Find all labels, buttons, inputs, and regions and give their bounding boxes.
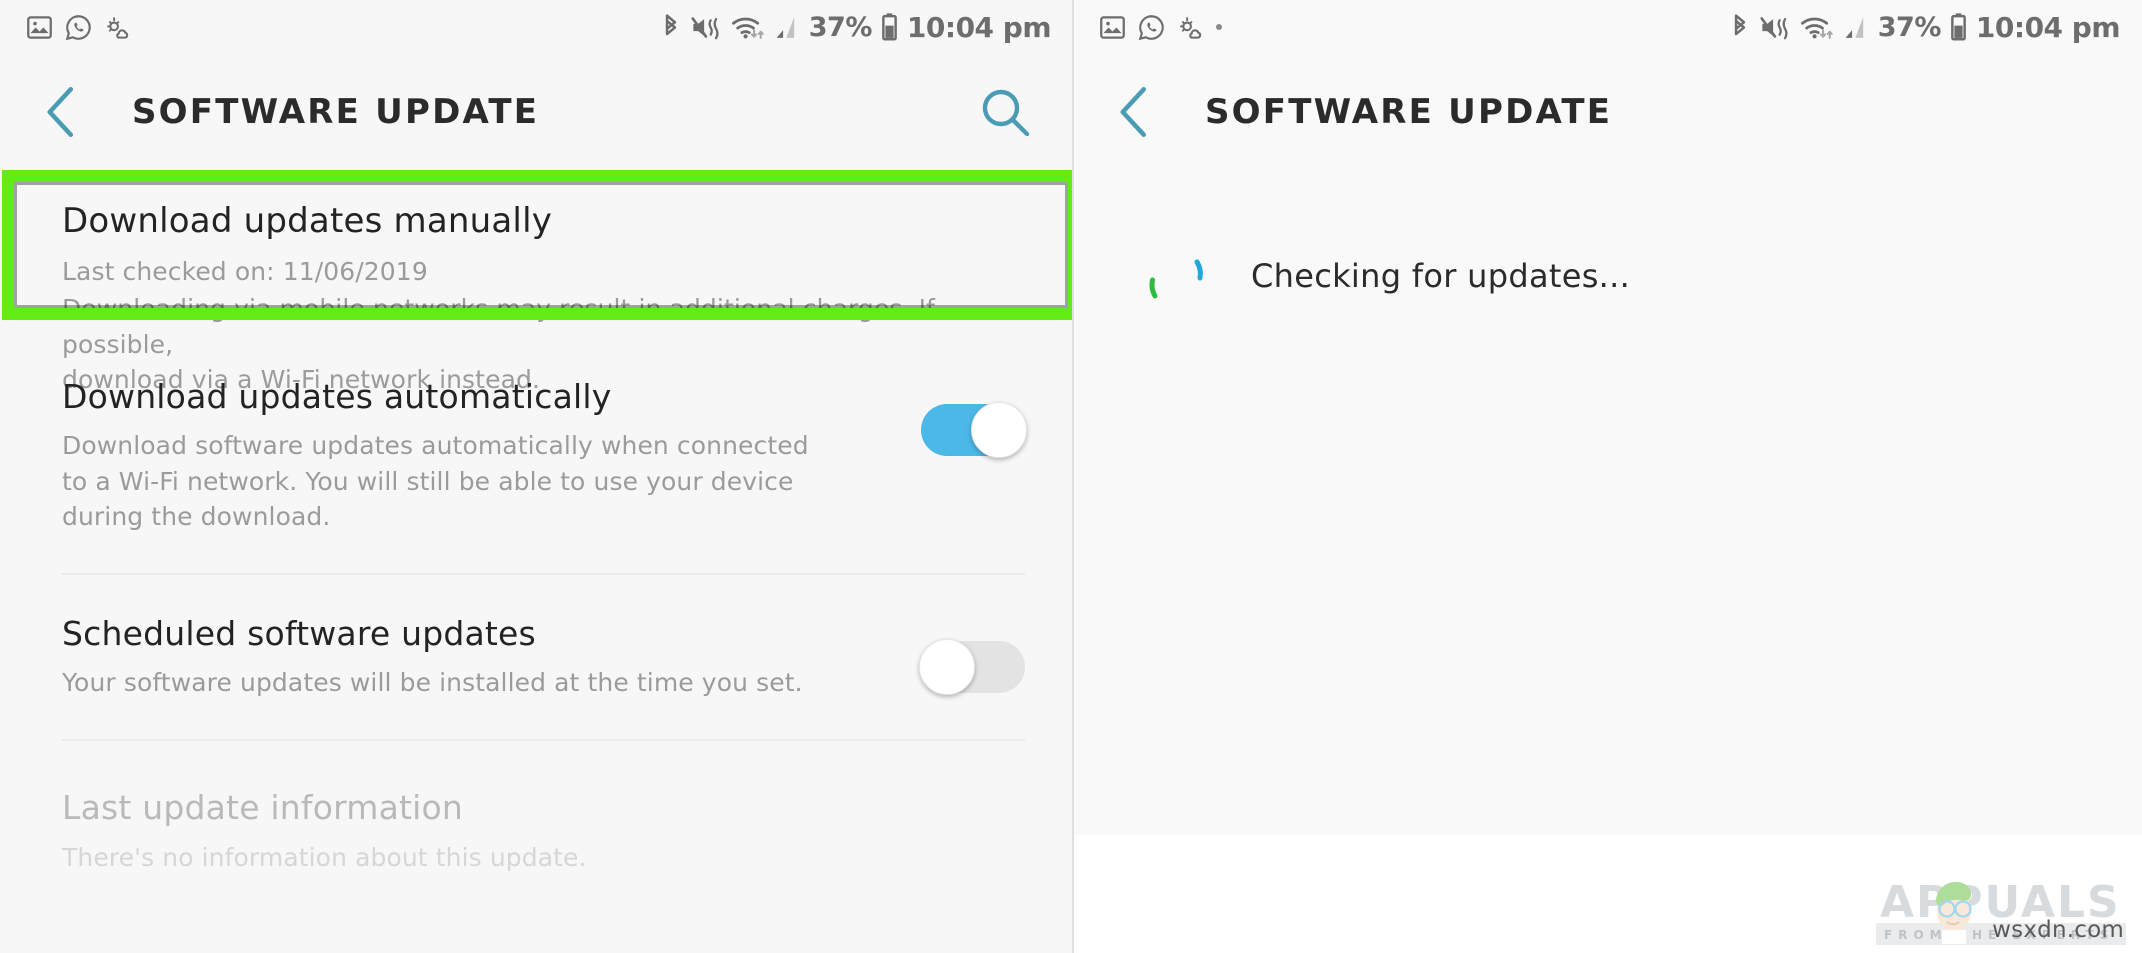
setting-title: Download updates manually (62, 201, 553, 241)
search-icon[interactable] (977, 84, 1033, 140)
last-checked-text: Last checked on: 11/06/2019 (62, 256, 428, 286)
left-phone-screen: 37% 10:04 pm SOFTWARE UPDATE Download up… (0, 0, 1073, 953)
toggle-knob (971, 402, 1027, 458)
loading-spinner-icon (1149, 259, 1203, 299)
page-title: SOFTWARE UPDATE (1205, 92, 1613, 132)
section-last-update-information[interactable]: Last update information There's no infor… (62, 738, 1025, 876)
dot-icon (1216, 24, 1222, 30)
battery-icon (882, 13, 897, 41)
section-description: There's no information about this update… (62, 842, 587, 872)
checking-for-updates-text: Checking for updates... (1251, 257, 1631, 295)
setting-text-block: Download updates automatically Download … (62, 376, 921, 535)
toggle-scheduled-updates[interactable] (919, 638, 1025, 695)
setting-row-download-automatically[interactable]: Download updates automatically Download … (62, 338, 1027, 573)
left-app-bar: SOFTWARE UPDATE (0, 54, 1073, 170)
page-title: SOFTWARE UPDATE (132, 92, 540, 132)
section-title: Last update information (62, 787, 464, 827)
dual-screenshot-composite: 37% 10:04 pm SOFTWARE UPDATE Download up… (0, 0, 2142, 953)
status-system-icons: 37% 10:04 pm (660, 10, 1052, 44)
clock: 10:04 pm (1975, 10, 2121, 44)
app-bar-actions (977, 84, 1033, 140)
setting-title: Download updates automatically (62, 377, 612, 416)
weather-icon (1180, 16, 1202, 39)
back-chevron-icon[interactable] (1113, 84, 1157, 140)
panel-divider (1072, 0, 1074, 953)
setting-text-block: Scheduled software updates Your software… (62, 613, 921, 701)
toggle-knob (919, 638, 975, 695)
clock: 10:04 pm (906, 10, 1052, 44)
whatsapp-icon (65, 14, 91, 40)
setting-description: Your software updates will be installed … (62, 668, 803, 697)
whatsapp-icon (1138, 14, 1164, 40)
setting-row-scheduled-updates[interactable]: Scheduled software updates Your software… (62, 572, 1025, 739)
status-system-icons: 37% 10:04 pm (1729, 10, 2121, 44)
gallery-icon (1100, 15, 1125, 39)
vibrate-mute-icon (1760, 16, 1788, 39)
bluetooth-icon (665, 13, 676, 35)
weather-icon (107, 16, 129, 39)
setting-title: Scheduled software updates (62, 613, 536, 653)
signal-icon (1845, 16, 1863, 38)
gallery-icon (27, 15, 52, 39)
status-notification-icons (26, 14, 131, 41)
right-status-bar: 37% 10:04 pm (1073, 0, 2142, 54)
signal-icon (776, 16, 794, 38)
right-phone-screen: 37% 10:04 pm SOFTWARE UPDATE Checking fo… (1073, 0, 2142, 953)
battery-percent: 37% (1877, 11, 1942, 43)
watermark-url: wsxdn.com (1992, 917, 2124, 943)
left-status-bar: 37% 10:04 pm (0, 0, 1073, 54)
battery-icon (1951, 13, 1966, 41)
wifi-icon (1800, 17, 1833, 39)
back-chevron-icon[interactable] (40, 84, 84, 140)
battery-percent: 37% (808, 11, 873, 43)
setting-row-download-manually[interactable]: Download updates manually Last checked o… (0, 170, 1073, 394)
bluetooth-icon (1734, 13, 1745, 35)
software-update-settings-list: Download updates manually Last checked o… (0, 170, 1073, 875)
toggle-download-automatically[interactable] (921, 402, 1027, 458)
checking-status-row: Checking for updates... (1073, 170, 2142, 310)
setting-description: Download software updates automatically … (62, 431, 809, 532)
wifi-icon (731, 17, 764, 39)
status-notification-icons (1099, 14, 1222, 41)
vibrate-mute-icon (691, 16, 719, 39)
right-app-bar: SOFTWARE UPDATE (1073, 54, 2142, 170)
